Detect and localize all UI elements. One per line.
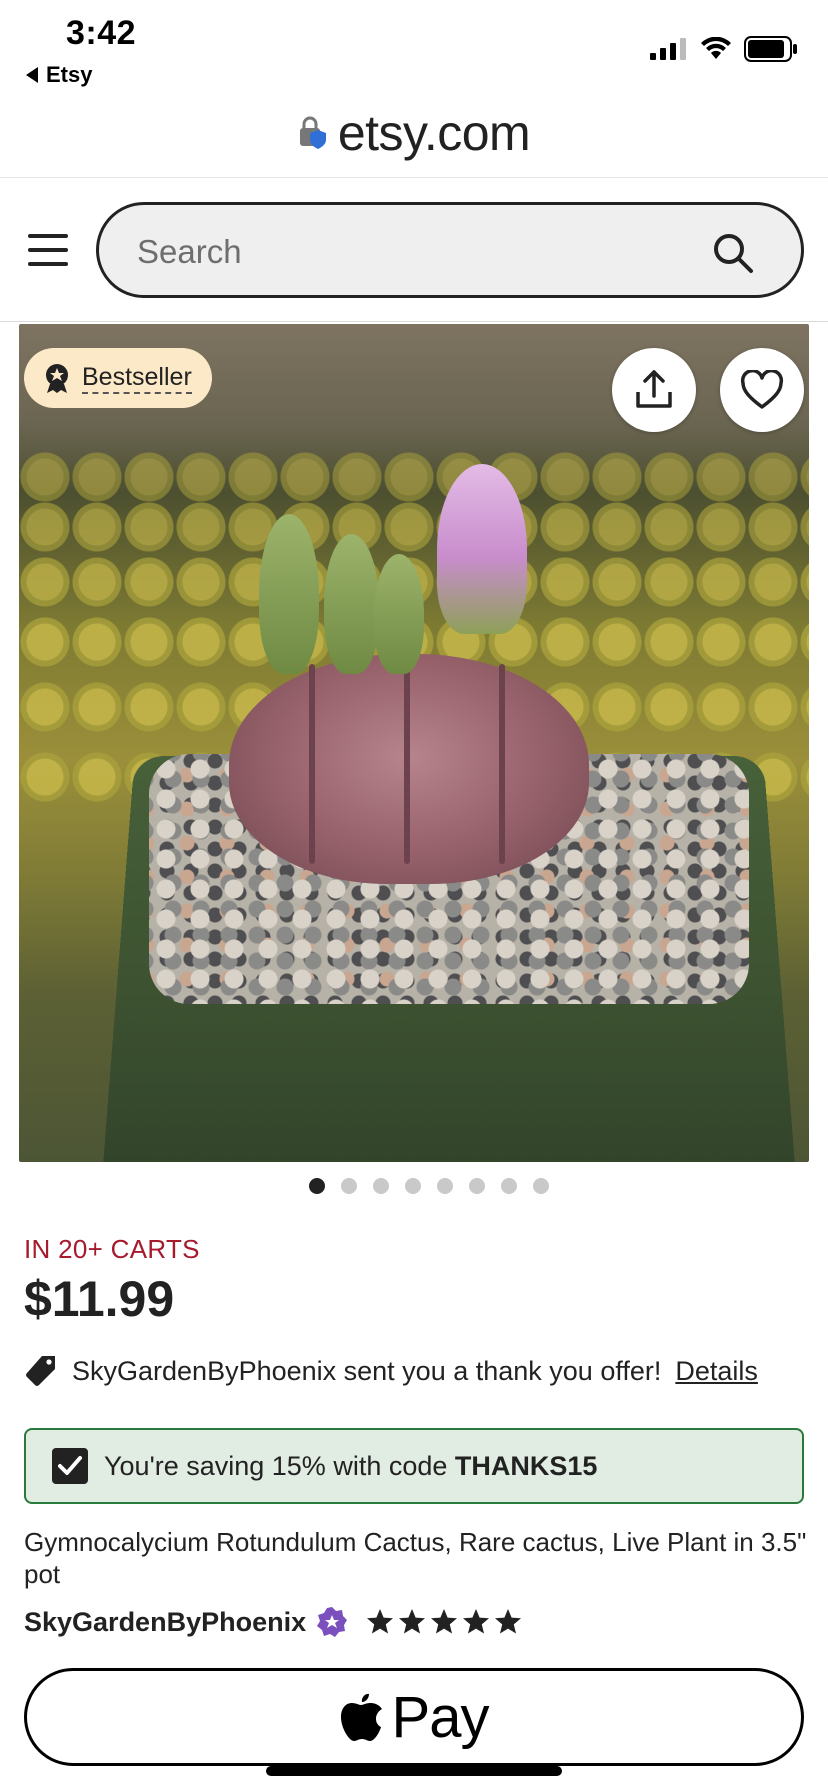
- carousel-dot[interactable]: [437, 1178, 453, 1194]
- wifi-icon: [701, 37, 731, 59]
- star-icon: [399, 1609, 426, 1634]
- bestseller-badge[interactable]: Bestseller: [24, 348, 212, 408]
- share-button[interactable]: [612, 348, 696, 432]
- status-time: 3:42: [66, 14, 137, 52]
- apple-logo-icon: [340, 1693, 382, 1741]
- battery-icon: [744, 36, 797, 62]
- star-icon: [431, 1609, 458, 1634]
- coupon-code: THANKS15: [454, 1450, 598, 1481]
- star-icon: [495, 1609, 522, 1634]
- hamburger-menu-icon[interactable]: [28, 234, 68, 266]
- carousel-dot[interactable]: [341, 1178, 357, 1194]
- back-to-app-button[interactable]: Etsy: [26, 62, 92, 88]
- cart-status: IN 20+ CARTS: [24, 1234, 200, 1264]
- product-price: $11.99: [24, 1271, 175, 1327]
- cactus-bud: [324, 534, 379, 674]
- apple-pay-label: Pay: [391, 1684, 490, 1750]
- product-image[interactable]: [19, 324, 809, 1162]
- cactus-bud: [374, 554, 424, 674]
- rating-stars[interactable]: [366, 1608, 522, 1636]
- star-icon: [367, 1609, 394, 1634]
- star-icon: [463, 1609, 490, 1634]
- favorite-button[interactable]: [720, 348, 804, 432]
- back-app-label: Etsy: [46, 62, 93, 87]
- heart-icon: [740, 370, 784, 409]
- back-triangle-icon: [26, 67, 38, 83]
- search-icon[interactable]: [711, 231, 755, 275]
- shop-row: SkyGardenByPhoenix: [24, 1606, 522, 1638]
- offer-details-link[interactable]: Details: [675, 1356, 758, 1387]
- url-bar[interactable]: etsy.com: [0, 88, 828, 178]
- tag-icon: [26, 1356, 55, 1386]
- lock-icon: [299, 116, 326, 149]
- carousel-dot[interactable]: [469, 1178, 485, 1194]
- coupon-applied-banner: You're saving 15% with code THANKS15: [24, 1428, 804, 1504]
- cactus-flower: [437, 464, 527, 634]
- coupon-text: You're saving 15% with code THANKS15: [104, 1451, 597, 1482]
- product-title[interactable]: Gymnocalycium Rotundulum Cactus, Rare ca…: [24, 1526, 814, 1590]
- site-header: Search: [0, 178, 828, 322]
- thank-you-offer: SkyGardenByPhoenix sent you a thank you …: [24, 1354, 758, 1388]
- offer-text: SkyGardenByPhoenix sent you a thank you …: [72, 1355, 662, 1386]
- cellular-signal-icon: [650, 38, 686, 60]
- url-domain: etsy.com: [337, 104, 531, 161]
- status-icons: [650, 36, 798, 62]
- shop-name-link[interactable]: SkyGardenByPhoenix: [24, 1607, 306, 1638]
- bestseller-label: Bestseller: [82, 362, 192, 394]
- status-bar: 3:42 Etsy: [0, 0, 828, 92]
- search-input[interactable]: Search: [96, 202, 804, 298]
- coupon-prefix: You're saving 15% with code: [104, 1450, 455, 1481]
- home-indicator[interactable]: [266, 1766, 562, 1776]
- carousel-dot[interactable]: [405, 1178, 421, 1194]
- cactus-bud: [259, 514, 319, 674]
- cactus-body: [229, 654, 589, 884]
- carousel-dot[interactable]: [501, 1178, 517, 1194]
- apple-pay-button[interactable]: Pay: [24, 1668, 804, 1766]
- image-carousel-dots: [0, 1178, 828, 1194]
- carousel-dot[interactable]: [533, 1178, 549, 1194]
- carousel-dot[interactable]: [373, 1178, 389, 1194]
- share-icon: [636, 370, 672, 408]
- checkbox-checked-icon[interactable]: [52, 1448, 88, 1484]
- award-icon: [46, 364, 68, 393]
- carousel-dot[interactable]: [309, 1178, 325, 1194]
- search-placeholder: Search: [137, 233, 242, 270]
- star-seller-icon: [317, 1607, 348, 1637]
